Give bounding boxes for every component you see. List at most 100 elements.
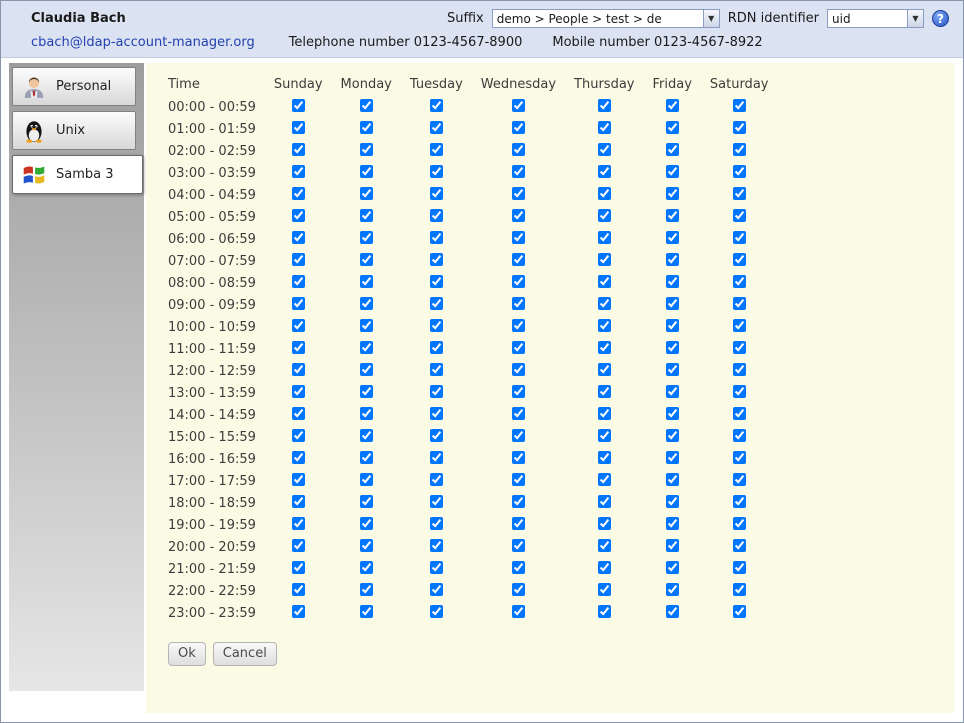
- logon-hour-checkbox-sunday-21:00[interactable]: [292, 561, 305, 574]
- logon-hour-checkbox-wednesday-20:00[interactable]: [512, 539, 525, 552]
- logon-hour-checkbox-saturday-16:00[interactable]: [733, 451, 746, 464]
- logon-hour-checkbox-wednesday-01:00[interactable]: [512, 121, 525, 134]
- logon-hour-checkbox-wednesday-10:00[interactable]: [512, 319, 525, 332]
- logon-hour-checkbox-saturday-03:00[interactable]: [733, 165, 746, 178]
- tab-unix[interactable]: Unix: [12, 111, 136, 150]
- logon-hour-checkbox-thursday-02:00[interactable]: [598, 143, 611, 156]
- logon-hour-checkbox-sunday-22:00[interactable]: [292, 583, 305, 596]
- logon-hour-checkbox-friday-13:00[interactable]: [666, 385, 679, 398]
- logon-hour-checkbox-tuesday-03:00[interactable]: [430, 165, 443, 178]
- logon-hour-checkbox-wednesday-17:00[interactable]: [512, 473, 525, 486]
- logon-hour-checkbox-saturday-10:00[interactable]: [733, 319, 746, 332]
- tab-samba-3[interactable]: Samba 3: [12, 155, 143, 194]
- logon-hour-checkbox-tuesday-15:00[interactable]: [430, 429, 443, 442]
- logon-hour-checkbox-sunday-13:00[interactable]: [292, 385, 305, 398]
- logon-hour-checkbox-wednesday-04:00[interactable]: [512, 187, 525, 200]
- logon-hour-checkbox-thursday-11:00[interactable]: [598, 341, 611, 354]
- logon-hour-checkbox-thursday-18:00[interactable]: [598, 495, 611, 508]
- logon-hour-checkbox-saturday-13:00[interactable]: [733, 385, 746, 398]
- logon-hour-checkbox-tuesday-19:00[interactable]: [430, 517, 443, 530]
- logon-hour-checkbox-wednesday-21:00[interactable]: [512, 561, 525, 574]
- logon-hour-checkbox-thursday-23:00[interactable]: [598, 605, 611, 618]
- logon-hour-checkbox-tuesday-20:00[interactable]: [430, 539, 443, 552]
- logon-hour-checkbox-thursday-00:00[interactable]: [598, 99, 611, 112]
- logon-hour-checkbox-tuesday-07:00[interactable]: [430, 253, 443, 266]
- logon-hour-checkbox-monday-01:00[interactable]: [360, 121, 373, 134]
- logon-hour-checkbox-saturday-04:00[interactable]: [733, 187, 746, 200]
- logon-hour-checkbox-tuesday-12:00[interactable]: [430, 363, 443, 376]
- logon-hour-checkbox-thursday-07:00[interactable]: [598, 253, 611, 266]
- logon-hour-checkbox-thursday-19:00[interactable]: [598, 517, 611, 530]
- cancel-button[interactable]: Cancel: [213, 642, 277, 666]
- logon-hour-checkbox-monday-11:00[interactable]: [360, 341, 373, 354]
- logon-hour-checkbox-friday-14:00[interactable]: [666, 407, 679, 420]
- ok-button[interactable]: Ok: [168, 642, 206, 666]
- logon-hour-checkbox-monday-17:00[interactable]: [360, 473, 373, 486]
- rdn-identifier-select[interactable]: uid ▼: [827, 9, 924, 28]
- logon-hour-checkbox-saturday-12:00[interactable]: [733, 363, 746, 376]
- logon-hour-checkbox-monday-13:00[interactable]: [360, 385, 373, 398]
- logon-hour-checkbox-sunday-16:00[interactable]: [292, 451, 305, 464]
- logon-hour-checkbox-friday-18:00[interactable]: [666, 495, 679, 508]
- logon-hour-checkbox-sunday-14:00[interactable]: [292, 407, 305, 420]
- logon-hour-checkbox-saturday-05:00[interactable]: [733, 209, 746, 222]
- logon-hour-checkbox-sunday-19:00[interactable]: [292, 517, 305, 530]
- logon-hour-checkbox-thursday-09:00[interactable]: [598, 297, 611, 310]
- logon-hour-checkbox-monday-00:00[interactable]: [360, 99, 373, 112]
- logon-hour-checkbox-sunday-08:00[interactable]: [292, 275, 305, 288]
- logon-hour-checkbox-thursday-13:00[interactable]: [598, 385, 611, 398]
- logon-hour-checkbox-monday-02:00[interactable]: [360, 143, 373, 156]
- logon-hour-checkbox-monday-08:00[interactable]: [360, 275, 373, 288]
- logon-hour-checkbox-friday-12:00[interactable]: [666, 363, 679, 376]
- logon-hour-checkbox-thursday-17:00[interactable]: [598, 473, 611, 486]
- logon-hour-checkbox-monday-07:00[interactable]: [360, 253, 373, 266]
- logon-hour-checkbox-monday-12:00[interactable]: [360, 363, 373, 376]
- logon-hour-checkbox-friday-15:00[interactable]: [666, 429, 679, 442]
- logon-hour-checkbox-sunday-04:00[interactable]: [292, 187, 305, 200]
- logon-hour-checkbox-saturday-06:00[interactable]: [733, 231, 746, 244]
- logon-hour-checkbox-sunday-18:00[interactable]: [292, 495, 305, 508]
- logon-hour-checkbox-wednesday-06:00[interactable]: [512, 231, 525, 244]
- logon-hour-checkbox-thursday-06:00[interactable]: [598, 231, 611, 244]
- logon-hour-checkbox-thursday-12:00[interactable]: [598, 363, 611, 376]
- logon-hour-checkbox-monday-19:00[interactable]: [360, 517, 373, 530]
- logon-hour-checkbox-friday-19:00[interactable]: [666, 517, 679, 530]
- logon-hour-checkbox-friday-23:00[interactable]: [666, 605, 679, 618]
- logon-hour-checkbox-sunday-10:00[interactable]: [292, 319, 305, 332]
- logon-hour-checkbox-tuesday-21:00[interactable]: [430, 561, 443, 574]
- logon-hour-checkbox-tuesday-04:00[interactable]: [430, 187, 443, 200]
- logon-hour-checkbox-friday-10:00[interactable]: [666, 319, 679, 332]
- logon-hour-checkbox-monday-22:00[interactable]: [360, 583, 373, 596]
- logon-hour-checkbox-monday-04:00[interactable]: [360, 187, 373, 200]
- logon-hour-checkbox-saturday-20:00[interactable]: [733, 539, 746, 552]
- logon-hour-checkbox-wednesday-13:00[interactable]: [512, 385, 525, 398]
- logon-hour-checkbox-thursday-15:00[interactable]: [598, 429, 611, 442]
- tab-personal[interactable]: Personal: [12, 67, 136, 106]
- logon-hour-checkbox-friday-20:00[interactable]: [666, 539, 679, 552]
- logon-hour-checkbox-wednesday-12:00[interactable]: [512, 363, 525, 376]
- logon-hour-checkbox-thursday-03:00[interactable]: [598, 165, 611, 178]
- logon-hour-checkbox-sunday-12:00[interactable]: [292, 363, 305, 376]
- logon-hour-checkbox-wednesday-05:00[interactable]: [512, 209, 525, 222]
- logon-hour-checkbox-friday-16:00[interactable]: [666, 451, 679, 464]
- logon-hour-checkbox-tuesday-16:00[interactable]: [430, 451, 443, 464]
- logon-hour-checkbox-sunday-20:00[interactable]: [292, 539, 305, 552]
- logon-hour-checkbox-tuesday-06:00[interactable]: [430, 231, 443, 244]
- help-icon[interactable]: ?: [932, 10, 949, 27]
- logon-hour-checkbox-friday-03:00[interactable]: [666, 165, 679, 178]
- logon-hour-checkbox-friday-07:00[interactable]: [666, 253, 679, 266]
- logon-hour-checkbox-wednesday-15:00[interactable]: [512, 429, 525, 442]
- logon-hour-checkbox-wednesday-23:00[interactable]: [512, 605, 525, 618]
- logon-hour-checkbox-tuesday-11:00[interactable]: [430, 341, 443, 354]
- logon-hour-checkbox-monday-09:00[interactable]: [360, 297, 373, 310]
- logon-hour-checkbox-friday-01:00[interactable]: [666, 121, 679, 134]
- logon-hour-checkbox-sunday-09:00[interactable]: [292, 297, 305, 310]
- logon-hour-checkbox-saturday-15:00[interactable]: [733, 429, 746, 442]
- logon-hour-checkbox-monday-03:00[interactable]: [360, 165, 373, 178]
- logon-hour-checkbox-friday-21:00[interactable]: [666, 561, 679, 574]
- logon-hour-checkbox-thursday-20:00[interactable]: [598, 539, 611, 552]
- logon-hour-checkbox-wednesday-02:00[interactable]: [512, 143, 525, 156]
- logon-hour-checkbox-tuesday-17:00[interactable]: [430, 473, 443, 486]
- logon-hour-checkbox-monday-06:00[interactable]: [360, 231, 373, 244]
- logon-hour-checkbox-tuesday-02:00[interactable]: [430, 143, 443, 156]
